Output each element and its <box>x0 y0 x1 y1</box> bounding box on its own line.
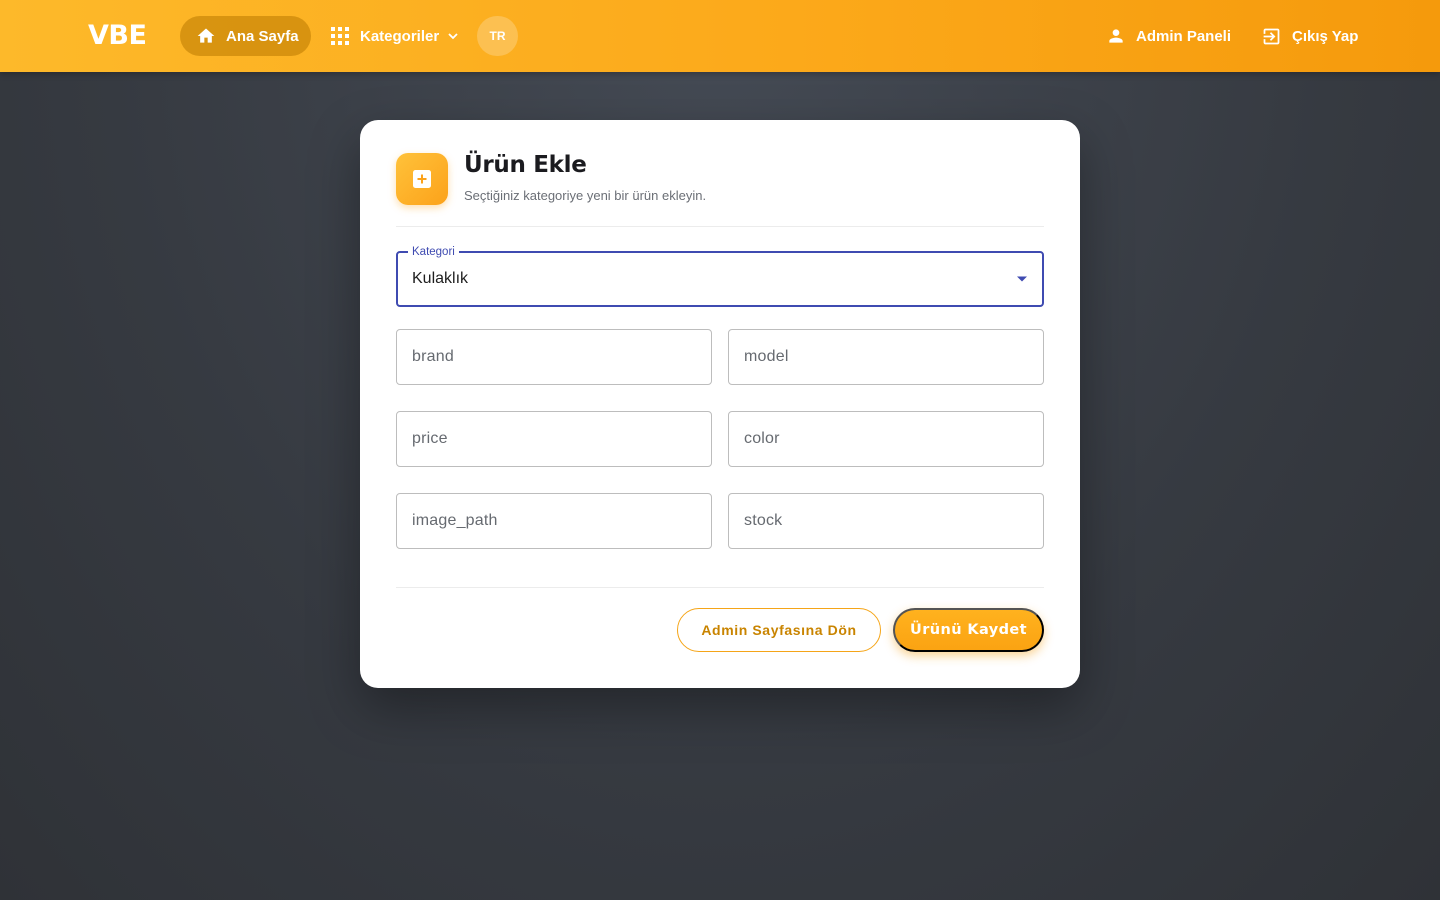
category-select[interactable]: Kategori Kulaklık <box>396 244 1044 307</box>
nav-logout-label: Çıkış Yap <box>1292 27 1359 45</box>
model-field-wrapper <box>728 329 1044 385</box>
category-select-value: Kulaklık <box>412 270 469 287</box>
brand-logo[interactable]: VBE <box>88 18 147 54</box>
nav-categories-label: Kategoriler <box>360 27 440 45</box>
footer-divider <box>396 587 1044 588</box>
page-subtitle: Seçtiğiniz kategoriye yeni bir ürün ekle… <box>464 188 707 203</box>
nav-admin-label: Admin Paneli <box>1136 27 1232 45</box>
home-icon <box>196 26 216 46</box>
caret-down-icon <box>1016 275 1028 283</box>
plus-square-icon <box>396 153 448 205</box>
nav-home-label: Ana Sayfa <box>226 27 299 45</box>
nav-categories-dropdown[interactable]: Kategoriler <box>331 16 459 56</box>
nav-home-button[interactable]: Ana Sayfa <box>180 16 311 56</box>
chevron-down-icon <box>447 30 459 42</box>
model-input[interactable] <box>729 330 1043 384</box>
stock-field-wrapper <box>728 493 1044 549</box>
language-toggle[interactable]: TR <box>477 16 518 56</box>
user-icon <box>1106 26 1126 46</box>
color-field-wrapper <box>728 411 1044 467</box>
image-path-input[interactable] <box>397 494 711 548</box>
page-title: Ürün Ekle <box>464 152 587 178</box>
header-divider <box>396 226 1044 227</box>
back-to-admin-button[interactable]: Admin Sayfasına Dön <box>677 608 881 652</box>
image-path-field-wrapper <box>396 493 712 549</box>
save-product-button[interactable]: Ürünü Kaydet <box>893 608 1044 652</box>
nav-logout-button[interactable]: Çıkış Yap <box>1261 16 1358 56</box>
logout-icon <box>1261 26 1282 47</box>
brand-field-wrapper <box>396 329 712 385</box>
top-navbar: VBE Ana Sayfa Kategoriler TR Admin Panel… <box>0 0 1440 72</box>
price-field-wrapper <box>396 411 712 467</box>
stock-input[interactable] <box>729 494 1043 548</box>
price-input[interactable] <box>397 412 711 466</box>
grid-icon <box>331 27 349 45</box>
add-product-card: Ürün Ekle Seçtiğiniz kategoriye yeni bir… <box>360 120 1080 688</box>
color-input[interactable] <box>729 412 1043 466</box>
brand-input[interactable] <box>397 330 711 384</box>
nav-admin-panel-link[interactable]: Admin Paneli <box>1106 16 1231 56</box>
